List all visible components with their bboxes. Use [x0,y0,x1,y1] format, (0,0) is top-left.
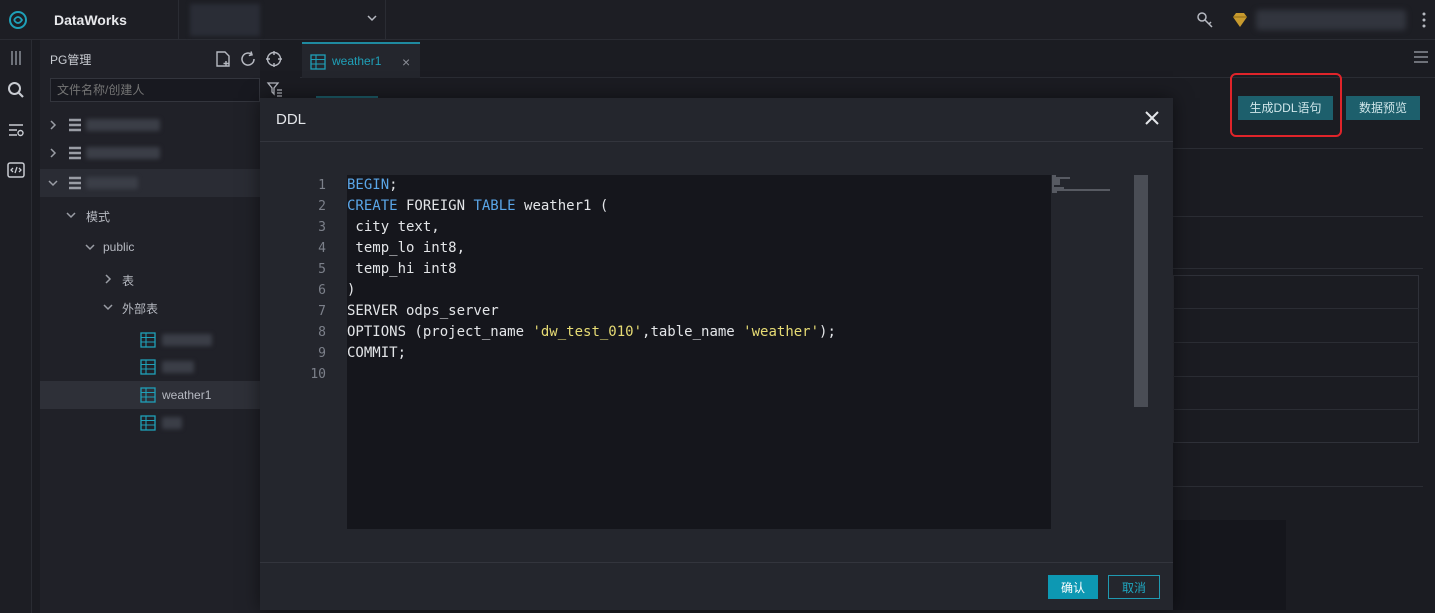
pg-management-panel: PG管理 模式 public 表 外部表 [40,40,260,613]
project-selector[interactable] [184,0,386,40]
table-icon [140,332,156,348]
chevron-down-icon [85,244,95,251]
tables-label: 表 [122,274,135,288]
user-name-redacted[interactable] [1256,10,1406,30]
table-icon [310,54,326,70]
chevron-down-icon [66,212,76,219]
tree-tables-folder[interactable]: 表 [40,265,260,293]
line-number: 6 [318,283,326,298]
editor-scrollbar[interactable] [1134,175,1148,407]
tree-table-item[interactable] [40,409,260,437]
dialog-header: DDL [260,98,1173,142]
line-number: 1 [318,178,326,193]
filter-icon[interactable] [266,80,284,98]
close-icon[interactable] [1144,110,1160,126]
chevron-right-icon [105,274,112,284]
data-management-icon[interactable] [6,120,26,140]
public-label: public [103,240,135,254]
chevron-down-icon [48,180,58,187]
tab-weather1[interactable]: weather1 × [302,42,420,78]
tree-table-item[interactable] [40,353,260,381]
menu-icon[interactable] [1413,50,1429,64]
code-line: COMMIT; [347,345,407,361]
code-icon[interactable] [6,160,26,180]
foreign-tables-label: 外部表 [122,302,159,316]
code-line: SERVER odps_server [347,303,499,319]
code-line: CREATE FOREIGN TABLE weather1 ( [347,198,609,214]
tree-database-item[interactable] [40,139,260,167]
chevron-right-icon [50,148,57,158]
dialog-footer: 确认 取消 [260,562,1173,610]
collapse-icon[interactable] [6,48,26,68]
new-file-icon[interactable] [214,50,232,68]
columns-table-bg [1173,275,1419,443]
line-number: 9 [318,346,326,361]
line-number: 2 [318,199,326,214]
tree-database-item-expanded[interactable] [40,169,260,197]
code-line: city text, [347,219,440,235]
chevron-down-icon [367,15,377,22]
line-number: 10 [310,367,326,382]
left-rail [0,40,32,613]
code-line: BEGIN; [347,177,398,193]
tree-table-item[interactable] [40,326,260,354]
code-line: OPTIONS (project_name 'dw_test_010',tabl… [347,324,836,340]
database-icon [69,176,81,190]
table-icon [140,387,156,403]
dataworks-logo-icon [9,11,27,29]
code-line: temp_lo int8, [347,240,466,256]
data-preview-button[interactable]: 数据预览 [1346,96,1420,120]
project-name-redacted [190,4,260,36]
cancel-button[interactable]: 取消 [1108,575,1160,599]
ddl-code-editor[interactable]: BEGIN; CREATE FOREIGN TABLE weather1 ( c… [347,175,1051,529]
highlight-annotation [1230,73,1342,137]
line-number: 3 [318,220,326,235]
chevron-right-icon [50,120,57,130]
line-number: 4 [318,241,326,256]
confirm-button[interactable]: 确认 [1048,575,1098,599]
dialog-title: DDL [276,111,307,128]
code-line: temp_hi int8 [347,261,457,277]
refresh-icon[interactable] [239,50,257,68]
app-name: DataWorks [54,12,127,28]
tree-table-item-selected[interactable]: weather1 [40,381,260,409]
line-number: 7 [318,304,326,319]
tree-database-item[interactable] [40,111,260,139]
panel-title: PG管理 [50,53,92,67]
line-number: 8 [318,325,326,340]
table-name-label: weather1 [162,388,212,402]
close-tab-icon[interactable]: × [402,54,410,70]
search-icon[interactable] [6,80,26,100]
more-icon[interactable] [1418,10,1430,30]
file-search-input[interactable] [50,78,260,102]
locate-icon[interactable] [265,50,283,68]
schema-label: 模式 [86,210,111,224]
top-bar: DataWorks [0,0,1435,40]
ddl-dialog: DDL 1 2 3 4 5 6 7 8 9 10 BEGIN; CREATE F… [260,98,1173,610]
table-icon [140,415,156,431]
line-number: 5 [318,262,326,277]
code-line: ) [347,282,356,298]
key-icon[interactable] [1196,11,1214,29]
tab-label: weather1 [332,54,382,68]
chevron-down-icon [103,304,113,311]
code-minimap[interactable] [1052,175,1122,215]
database-icon [69,118,81,132]
vip-badge-icon [1233,13,1247,27]
table-icon [140,359,156,375]
tree-schema-folder[interactable]: 模式 [40,201,260,229]
line-number-gutter: 1 2 3 4 5 6 7 8 9 10 [290,175,326,385]
database-icon [69,146,81,160]
tree-foreign-tables-folder[interactable]: 外部表 [40,293,260,321]
tree-public-schema[interactable]: public [40,233,260,261]
